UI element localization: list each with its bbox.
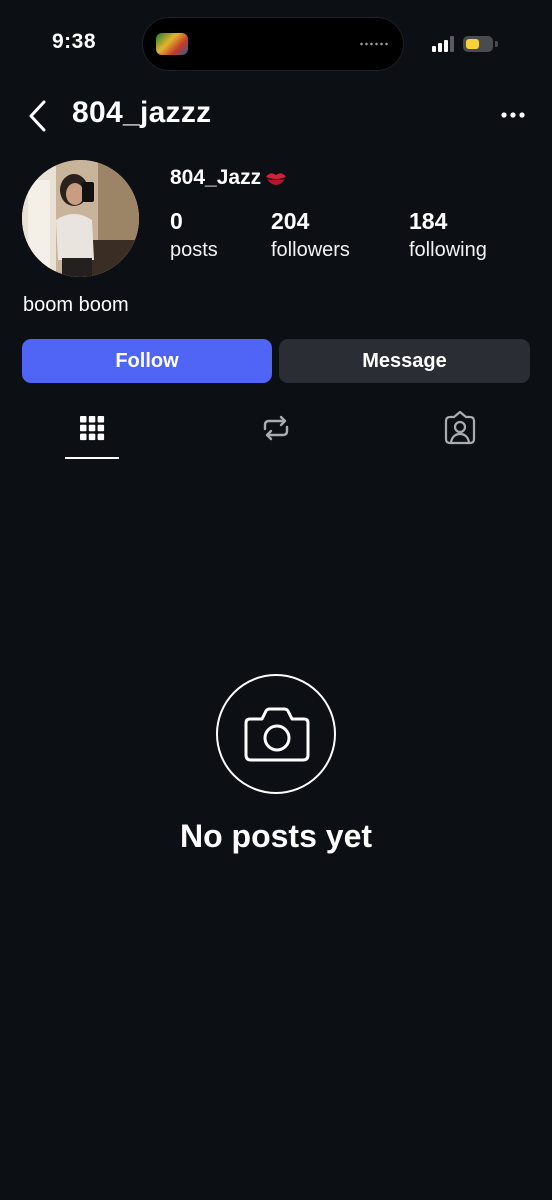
now-playing-artwork <box>156 33 188 55</box>
camera-icon <box>244 707 310 762</box>
repost-icon <box>263 415 289 441</box>
battery-icon <box>463 36 493 52</box>
tab-reposts[interactable] <box>256 408 296 448</box>
tab-posts-grid[interactable] <box>72 408 112 448</box>
header-username: 804_jazzz <box>72 96 212 129</box>
tab-tagged[interactable] <box>440 408 480 448</box>
battery-nub <box>495 41 498 47</box>
posts-label: posts <box>170 239 218 261</box>
followers-count: 204 <box>271 208 310 234</box>
chevron-left-icon[interactable] <box>24 98 54 134</box>
kiss-mark-icon <box>266 173 287 185</box>
active-tab-indicator <box>65 457 119 459</box>
more-horizontal-icon[interactable] <box>496 104 530 126</box>
follow-button[interactable]: Follow <box>22 339 272 383</box>
following-label: following <box>409 239 487 261</box>
bio: boom boom <box>23 294 129 316</box>
avatar[interactable] <box>22 160 139 277</box>
display-name-row: 804_Jazz <box>170 166 288 190</box>
message-button[interactable]: Message <box>279 339 530 383</box>
status-time: 9:38 <box>52 30 97 53</box>
audio-waveform-icon <box>359 42 389 46</box>
display-name: 804_Jazz <box>170 166 262 189</box>
empty-state-circle <box>216 674 336 794</box>
stat-posts: 0 posts <box>170 206 218 264</box>
dynamic-island <box>142 17 404 71</box>
grid-icon <box>80 416 105 441</box>
stat-followers[interactable]: 204 followers <box>271 206 350 264</box>
followers-label: followers <box>271 239 350 261</box>
stat-following[interactable]: 184 following <box>409 206 487 264</box>
battery-level <box>466 39 479 49</box>
tagged-person-icon <box>444 410 476 445</box>
following-count: 184 <box>409 208 448 234</box>
posts-count: 0 <box>170 208 183 234</box>
cellular-signal-icon <box>432 36 458 52</box>
empty-state-title: No posts yet <box>179 818 373 854</box>
